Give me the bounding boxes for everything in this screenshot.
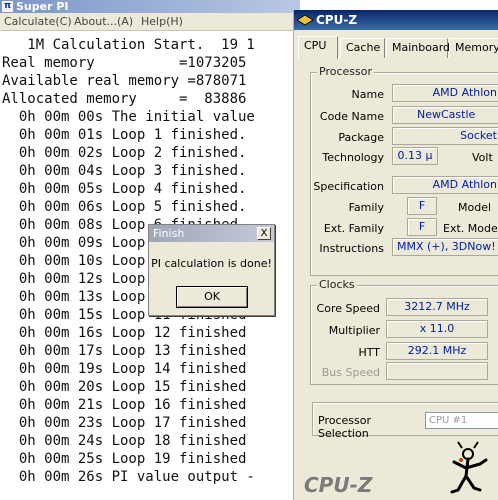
cpuz-window: CPU-Z CPU Cache Mainboard Memory Process…	[293, 10, 498, 500]
core-speed-value: 3212.7 MHz	[386, 298, 488, 316]
specification-value: AMD Athlon	[392, 176, 498, 194]
pi-icon: π	[2, 1, 13, 12]
package-label: Package	[338, 131, 384, 144]
processor-group-label: Processor	[317, 65, 374, 78]
cpuz-tab-bar: CPU Cache Mainboard Memory	[298, 36, 498, 59]
output-line: 0h 00m 04s Loop 3 finished.	[2, 163, 247, 179]
core-speed-label: Core Speed	[316, 302, 380, 315]
voltage-label: Volt	[472, 151, 493, 164]
menu-calculate[interactable]: Calculate(C)	[4, 15, 72, 28]
output-line: 0h 00m 25s Loop 19 finished	[2, 451, 247, 467]
superpi-title: Super PI	[16, 0, 69, 13]
cpuz-title: CPU-Z	[316, 13, 358, 27]
package-value: Socket	[392, 127, 498, 145]
name-label: Name	[351, 88, 384, 101]
finish-dialog-title: Finish	[153, 227, 185, 240]
tab-mainboard[interactable]: Mainboard	[386, 38, 450, 58]
htt-label: HTT	[358, 346, 380, 359]
ext-family-label: Ext. Family	[323, 222, 384, 235]
bus-speed-value	[386, 362, 488, 380]
output-line: 0h 00m 20s Loop 15 finished	[2, 379, 247, 395]
processor-selection-label: Processor Selection	[318, 414, 371, 440]
close-icon[interactable]: X	[257, 227, 271, 240]
finish-dialog: Finish X PI calculation is done! OK	[148, 224, 275, 316]
menu-about[interactable]: About...(A)	[74, 15, 133, 28]
output-line: 0h 00m 17s Loop 13 finished	[2, 343, 247, 359]
output-line: 0h 00m 05s Loop 4 finished.	[2, 181, 247, 197]
tab-cpu[interactable]: CPU	[298, 36, 338, 59]
family-value: F	[407, 197, 437, 215]
bus-speed-label: Bus Speed	[321, 366, 380, 379]
output-line: 1M Calculation Start. 19 1	[2, 37, 255, 53]
superpi-menu-bar: Calculate(C) About...(A) Help(H)	[0, 13, 300, 31]
output-line: 0h 00m 00s The initial value	[2, 109, 255, 125]
cpuz-logo-icon	[297, 15, 313, 25]
output-line: Real memory =1073205	[2, 55, 247, 71]
output-line: 0h 00m 23s Loop 17 finished	[2, 415, 247, 431]
output-line: 0h 00m 21s Loop 16 finished	[2, 397, 247, 413]
multiplier-label: Multiplier	[328, 324, 380, 337]
cpuz-title-bar[interactable]: CPU-Z	[294, 10, 498, 30]
finish-dialog-message: PI calculation is done!	[151, 257, 272, 270]
clocks-group-label: Clocks	[317, 278, 357, 291]
tab-cache[interactable]: Cache	[340, 38, 385, 58]
output-line: Available real memory =878071	[2, 73, 247, 89]
ext-model-label: Ext. Model	[443, 222, 498, 235]
technology-label: Technology	[322, 151, 384, 164]
output-line: 0h 00m 26s PI value output -	[2, 469, 255, 485]
instructions-label: Instructions	[319, 242, 384, 255]
code-name-value: NewCastle	[392, 106, 498, 124]
tab-memory[interactable]: Memory	[449, 38, 498, 58]
name-value: AMD Athlon	[392, 84, 498, 102]
output-line: 0h 00m 16s Loop 12 finished	[2, 325, 247, 341]
family-label: Family	[348, 201, 384, 214]
cpuz-brand-footer: CPU-Z	[304, 473, 373, 497]
output-line: 0h 00m 02s Loop 2 finished.	[2, 145, 247, 161]
output-line: 0h 00m 01s Loop 1 finished.	[2, 127, 247, 143]
technology-value: 0.13 µ	[392, 147, 438, 165]
superpi-title-bar[interactable]: π Super PI	[0, 0, 300, 13]
output-line: 0h 00m 24s Loop 18 finished	[2, 433, 247, 449]
output-line: 0h 00m 06s Loop 5 finished.	[2, 199, 247, 215]
output-line: 0h 00m 19s Loop 14 finished	[2, 361, 247, 377]
menu-help[interactable]: Help(H)	[141, 15, 183, 28]
ext-family-value: F	[407, 218, 437, 236]
finish-dialog-title-bar[interactable]: Finish	[149, 225, 274, 242]
cpuz-mascot-icon	[450, 441, 488, 494]
ok-button[interactable]: OK	[176, 286, 248, 308]
htt-value: 292.1 MHz	[386, 342, 488, 360]
output-line: Allocated memory = 83886	[2, 91, 247, 107]
multiplier-value: x 11.0	[386, 320, 488, 338]
specification-label: Specification	[313, 180, 384, 193]
model-label: Model	[458, 201, 492, 214]
processor-selection-dropdown[interactable]: CPU #1	[425, 412, 498, 429]
code-name-label: Code Name	[319, 110, 384, 123]
instructions-value: MMX (+), 3DNow! (+),	[392, 238, 498, 256]
